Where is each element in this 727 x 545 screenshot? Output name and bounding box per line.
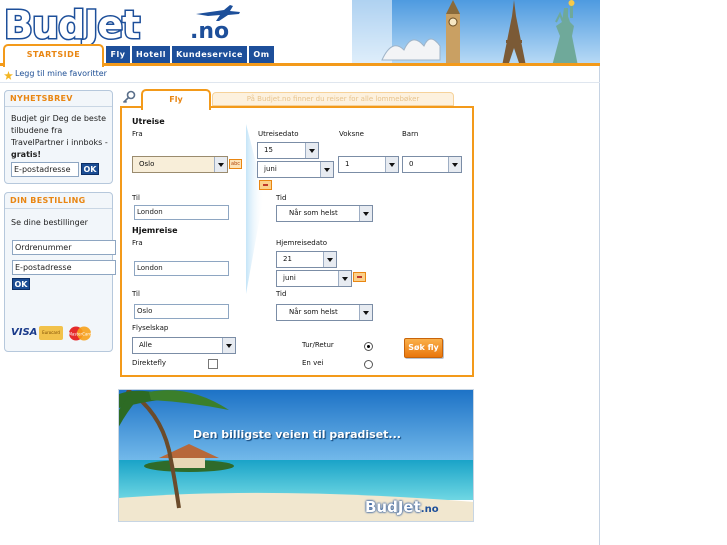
from-value: Oslo: [139, 160, 155, 168]
direct-label: Direktefly: [132, 359, 167, 367]
booking-title: DIN BESTILLING: [5, 193, 112, 209]
from-label: Fra: [132, 130, 143, 138]
depart-date-label: Utreisedato: [258, 130, 299, 138]
favorites-bar: Legg til mine favoritter: [0, 66, 600, 83]
newsletter-text: Budjet gir Deg de beste tilbudene fra Tr…: [11, 113, 109, 161]
eurocard-logo: Eurocard: [39, 326, 63, 340]
ad-logo-text: BudJet: [365, 498, 421, 516]
ret-from-label: Fra: [132, 239, 143, 247]
ad-headline: Den billigste veien til paradiset...: [193, 428, 401, 441]
oneway-radio[interactable]: [364, 360, 373, 369]
chevron-down-icon: [323, 252, 336, 267]
payment-cards: VISA Eurocard MasterCard: [11, 326, 101, 342]
mastercard-logo: MasterCard: [68, 326, 92, 341]
return-month-select[interactable]: juni: [276, 270, 352, 287]
depart-calendar-icon[interactable]: [259, 180, 272, 190]
return-day-select[interactable]: 21: [276, 251, 337, 268]
chevron-down-icon: [359, 305, 372, 320]
add-favorites-link[interactable]: Legg til mine favoritter: [15, 69, 107, 78]
roundtrip-label: Tur/Retur: [302, 341, 334, 349]
tab-om[interactable]: Om: [249, 46, 274, 63]
adults-select[interactable]: 1: [338, 156, 399, 173]
return-heading: Hjemreise: [132, 226, 178, 235]
newsletter-ok-button[interactable]: OK: [81, 163, 99, 175]
adults-label: Voksne: [339, 130, 364, 138]
search-tab-fly[interactable]: Fly: [141, 89, 211, 110]
key-icon: [122, 90, 136, 104]
depart-month-select[interactable]: juni: [257, 161, 334, 178]
budjet-logo[interactable]: BudJet BudJet .no: [4, 4, 252, 44]
children-select[interactable]: 0: [402, 156, 462, 173]
visa-logo: VISA: [11, 327, 38, 338]
ad-logo-suffix: .no: [420, 504, 439, 515]
page-column: BudJet BudJet .no STARTSIDE Fly Hotell K…: [0, 0, 600, 545]
svg-text:BudJet: BudJet: [4, 4, 140, 44]
chevron-down-icon: [448, 157, 461, 172]
airline-select[interactable]: Alle: [132, 337, 236, 354]
tab-kundeservice[interactable]: Kundeservice: [172, 46, 247, 63]
chevron-down-icon: [338, 271, 351, 286]
children-value: 0: [409, 160, 414, 168]
booking-box: DIN BESTILLING Se dine bestillinger Ordr…: [4, 192, 116, 352]
newsletter-title: NYHETSBREV: [5, 91, 112, 107]
return-date-label: Hjemreisedato: [276, 239, 328, 247]
abc-lookup-icon[interactable]: abc: [229, 159, 242, 169]
oneway-label: En vei: [302, 359, 324, 367]
star-icon: [4, 71, 13, 80]
chevron-down-icon: [385, 157, 398, 172]
search-flights-button[interactable]: Søk fly: [404, 338, 443, 358]
tab-fly[interactable]: Fly: [106, 46, 130, 63]
children-label: Barn: [402, 130, 419, 138]
return-calendar-icon[interactable]: [353, 272, 366, 282]
newsletter-box: NYHETSBREV Budjet gir Deg de beste tilbu…: [4, 90, 113, 184]
chevron-down-icon: [214, 157, 227, 172]
newsletter-email-input[interactable]: E-postadresse: [11, 162, 79, 177]
ad-logo: BudJet.no: [365, 498, 471, 518]
depart-day-select[interactable]: 15: [257, 142, 319, 159]
tab-hotell[interactable]: Hotell: [132, 46, 170, 63]
time-select[interactable]: Når som helst: [276, 205, 373, 222]
chevron-down-icon: [305, 143, 318, 158]
direct-checkbox[interactable]: [208, 359, 218, 369]
to-label: Til: [132, 194, 140, 202]
booking-text: Se dine bestillinger: [11, 218, 88, 227]
booking-ok-button[interactable]: OK: [12, 278, 30, 290]
airline-label: Flyselskap: [132, 324, 169, 332]
tab-startside[interactable]: STARTSIDE: [3, 44, 104, 67]
svg-text:.no: .no: [190, 19, 229, 44]
to-input[interactable]: London: [134, 205, 229, 220]
ret-from-input[interactable]: London: [134, 261, 229, 276]
newsletter-text-body: Budjet gir Deg de beste tilbudene fra Tr…: [11, 114, 108, 147]
outbound-heading: Utreise: [132, 117, 165, 126]
search-banner: På Budjet.no finner du reiser for alle l…: [212, 92, 454, 106]
paradise-ad[interactable]: Den billigste veien til paradiset... Bud…: [118, 389, 474, 522]
ret-to-input[interactable]: Oslo: [134, 304, 229, 319]
chevron-down-icon: [359, 206, 372, 221]
airline-value: Alle: [139, 341, 152, 349]
adults-value: 1: [345, 160, 350, 168]
ret-to-label: Til: [132, 290, 140, 298]
from-select[interactable]: Oslo: [132, 156, 228, 173]
depart-day-value: 15: [264, 146, 273, 154]
time-value: Når som helst: [289, 209, 338, 217]
ret-time-select[interactable]: Når som helst: [276, 304, 373, 321]
return-day-value: 21: [283, 255, 292, 263]
newsletter-text-bold: gratis!: [11, 150, 42, 159]
chevron-down-icon: [222, 338, 235, 353]
main-nav: STARTSIDE Fly Hotell Kundeservice Om: [0, 44, 600, 67]
chevron-down-icon: [320, 162, 333, 177]
mastercard-text: MasterCard: [68, 332, 91, 337]
ret-time-label: Tid: [276, 290, 287, 298]
return-month-value: juni: [283, 274, 296, 282]
ret-time-value: Når som helst: [289, 308, 338, 316]
roundtrip-radio[interactable]: [364, 342, 373, 351]
depart-month-value: juni: [264, 165, 277, 173]
order-number-input[interactable]: Ordrenummer: [12, 240, 116, 255]
flight-search-form: Utreise Fra Oslo abc Til London Utreised…: [120, 106, 474, 377]
booking-email-input[interactable]: E-postadresse: [12, 260, 116, 275]
time-label: Tid: [276, 194, 287, 202]
